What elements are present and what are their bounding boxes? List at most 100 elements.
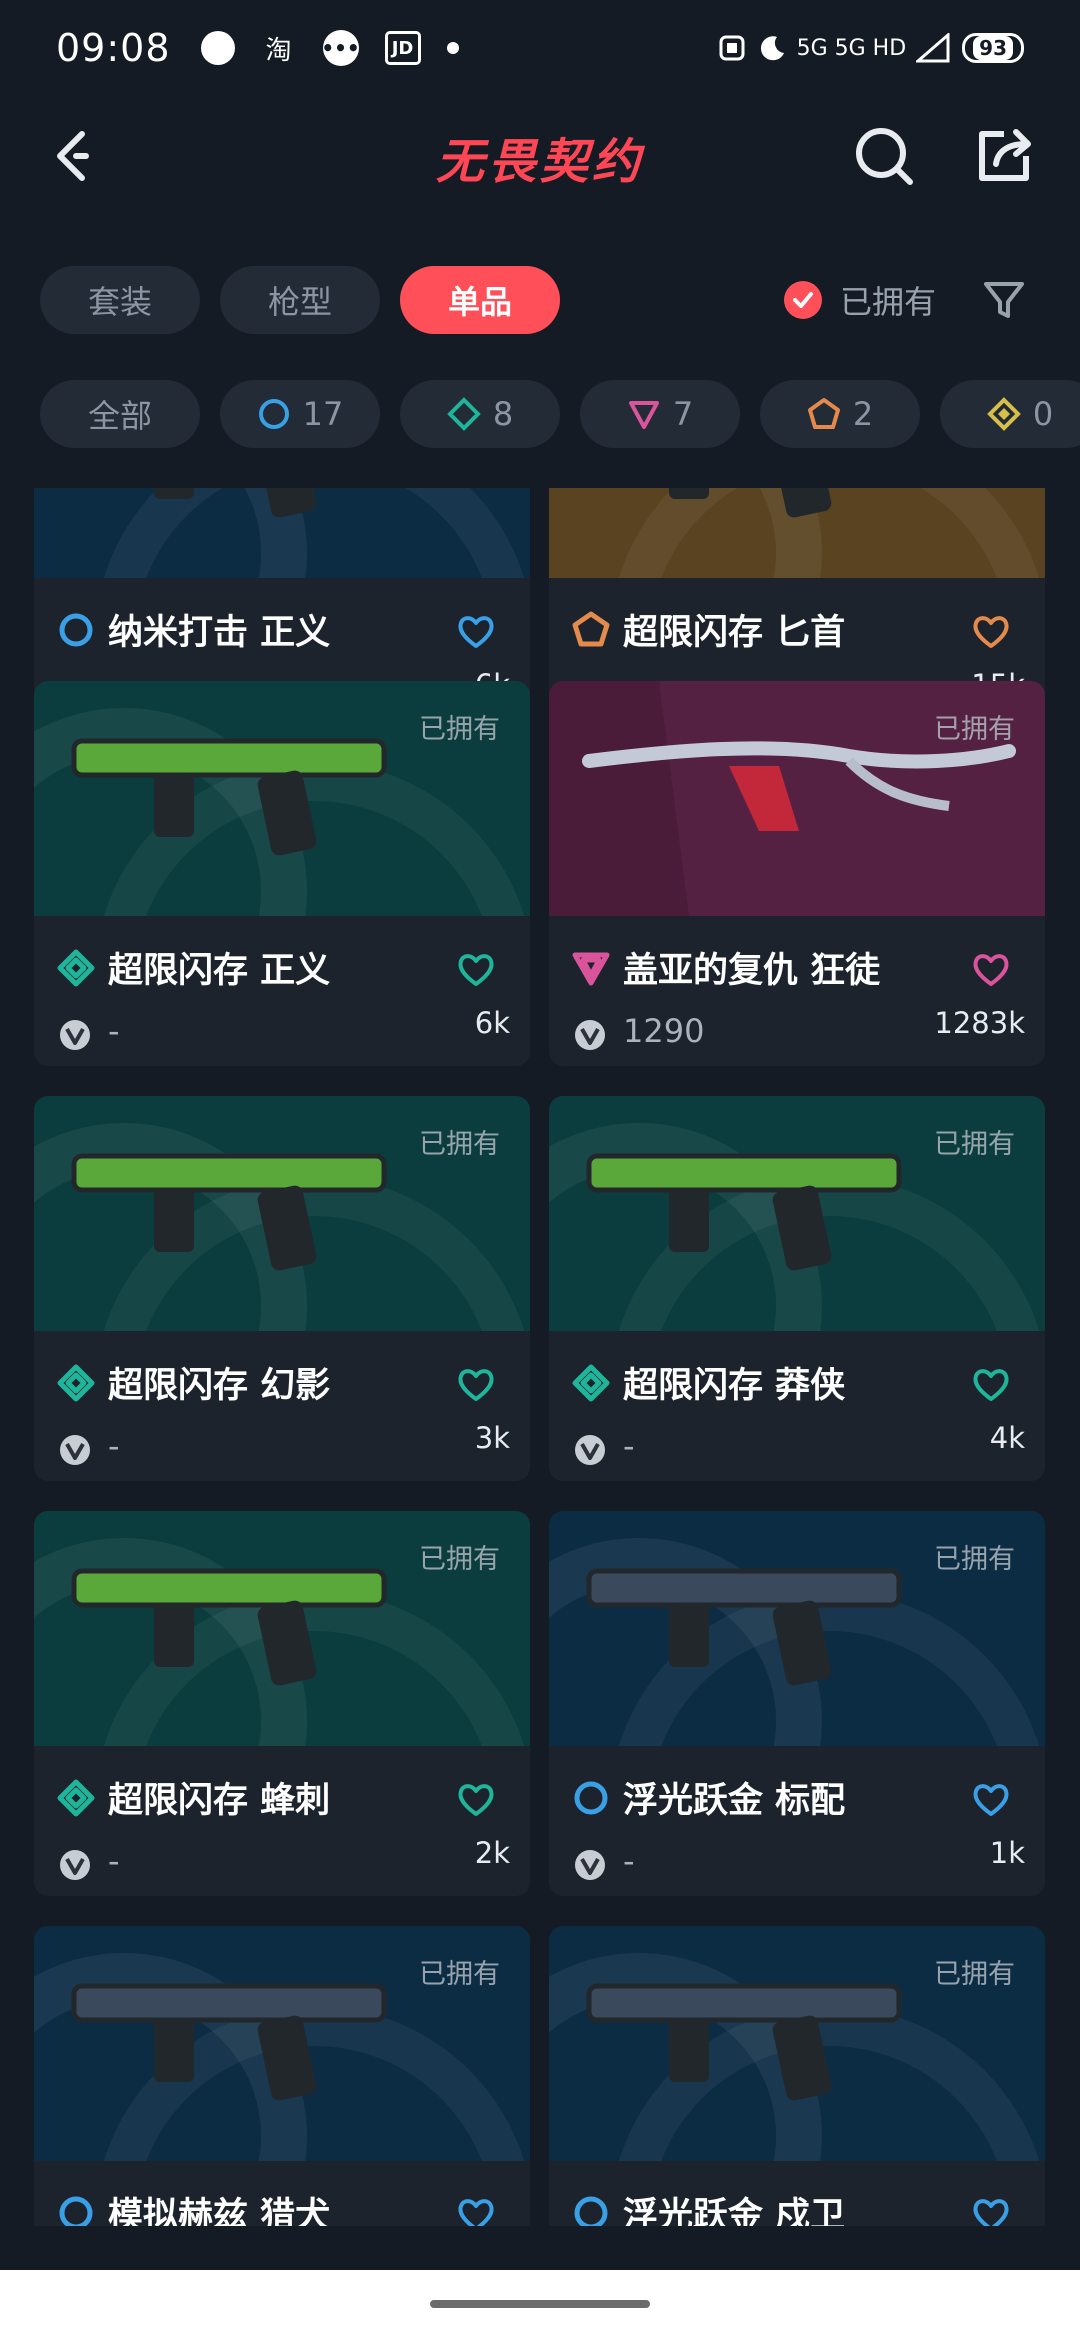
owned-badge: 已拥有	[419, 1544, 500, 1575]
skin-name: 浮光跃金 戍卫	[623, 2196, 846, 2226]
tab-single-item[interactable]: 单品	[400, 266, 560, 334]
valorant-points-icon	[573, 1848, 607, 1882]
skin-artwork: 已拥有	[549, 681, 1045, 916]
tier-filter-bar: 全部 17 8 7 2 0	[40, 380, 1080, 448]
skin-card[interactable]: 已拥有模拟赫兹 猎犬	[34, 1926, 530, 2226]
skin-info: 超限闪存 蜂刺 - 2k	[34, 1746, 530, 1896]
skin-name: 模拟赫兹 猎犬	[108, 2196, 331, 2226]
tier-ultra-icon	[572, 952, 610, 986]
skin-card[interactable]: 已拥有超限闪存 幻影 - 3k	[34, 1096, 530, 1481]
tier-filter-all[interactable]: 全部	[40, 380, 200, 448]
skin-info: 浮光跃金 戍卫	[549, 2161, 1045, 2226]
heart-icon[interactable]	[971, 1365, 1011, 1405]
heart-icon[interactable]	[456, 612, 496, 652]
tier-select-icon	[59, 613, 93, 647]
owned-badge: 已拥有	[419, 1129, 500, 1160]
search-icon[interactable]	[848, 120, 920, 192]
like-count: 6k	[474, 1006, 510, 1040]
skin-artwork: 已拥有	[549, 1096, 1045, 1331]
tier-select-icon	[574, 1781, 608, 1815]
vibrate-icon	[719, 35, 745, 61]
tier-filter-exclusive[interactable]: 2	[760, 380, 920, 448]
message-icon: •••	[321, 30, 360, 66]
tier-select-icon	[574, 2196, 608, 2226]
valorant-points-icon	[58, 1433, 92, 1467]
tier-select-icon	[258, 399, 289, 429]
share-icon[interactable]	[968, 120, 1040, 192]
skin-name: 超限闪存 正义	[108, 951, 331, 991]
skin-card[interactable]: 已拥有 浮光跃金 戍卫	[549, 1926, 1045, 2226]
battery-indicator: 93	[962, 33, 1024, 63]
tier-deluxe-icon	[57, 1364, 95, 1402]
skin-artwork: 已拥有	[34, 1511, 530, 1746]
tier-deluxe-icon	[446, 397, 481, 431]
tier-filter-ultra[interactable]: 7	[580, 380, 740, 448]
tier-filter-select[interactable]: 17	[220, 380, 380, 448]
skin-artwork: 已拥有	[34, 1926, 530, 2161]
heart-icon[interactable]	[456, 2195, 496, 2226]
top-navigation-bar: 无畏契约	[0, 96, 1080, 216]
taobao-icon: 淘	[265, 35, 292, 66]
like-count: 2k	[474, 1836, 510, 1870]
skin-name: 超限闪存 莽侠	[623, 1366, 846, 1406]
skin-card[interactable]: 已拥有 超限闪存 正义 - 6k	[34, 681, 530, 1066]
dot-icon	[446, 42, 459, 54]
owned-filter-toggle[interactable]: 已拥有	[784, 272, 936, 328]
owned-badge: 已拥有	[934, 714, 1015, 745]
moon-icon	[760, 36, 784, 61]
heart-icon[interactable]	[971, 612, 1011, 652]
signal-icon	[916, 33, 950, 63]
status-right: 5G 5G HD 93	[717, 33, 1024, 63]
status-app-icons: 淘 ••• JD	[200, 30, 459, 66]
tier-ultra-icon	[628, 401, 659, 429]
owned-filter-label: 已拥有	[840, 283, 937, 321]
tier-filter-label: 全部	[87, 397, 152, 435]
home-indicator[interactable]	[430, 2300, 650, 2308]
skin-info: 模拟赫兹 猎犬	[34, 2161, 530, 2226]
skin-price: -	[623, 1842, 635, 1880]
skin-card[interactable]: 已拥有盖亚的复仇 狂徒 1290 1283k	[549, 681, 1045, 1066]
valorant-points-icon	[58, 1018, 92, 1052]
like-count: 1k	[989, 1836, 1025, 1870]
skin-artwork	[34, 488, 530, 578]
tier-filter-deluxe[interactable]: 8	[400, 380, 560, 448]
skin-card[interactable]: 已拥有 超限闪存 蜂刺 - 2k	[34, 1511, 530, 1896]
tier-filter-count: 17	[302, 395, 344, 433]
tier-deluxe-icon	[57, 949, 95, 987]
heart-icon[interactable]	[971, 1780, 1011, 1820]
skin-card[interactable]: 已拥有 浮光跃金 标配 - 1k	[549, 1511, 1045, 1896]
valorant-points-icon	[573, 1433, 607, 1467]
heart-icon[interactable]	[971, 2195, 1011, 2226]
skin-price: -	[108, 1842, 120, 1880]
skin-info: 盖亚的复仇 狂徒 1290 1283k	[549, 916, 1045, 1066]
skin-artwork: 已拥有	[549, 1511, 1045, 1746]
jd-icon: JD	[384, 31, 421, 65]
skin-card[interactable]: 已拥有超限闪存 莽侠 - 4k	[549, 1096, 1045, 1481]
skin-info: 超限闪存 莽侠 - 4k	[549, 1331, 1045, 1481]
skin-artwork: 已拥有	[34, 681, 530, 916]
tab-set[interactable]: 套装	[40, 266, 200, 334]
skin-info: 超限闪存 幻影 - 3k	[34, 1331, 530, 1481]
skin-name: 盖亚的复仇 狂徒	[623, 951, 881, 991]
checkmark-icon	[784, 281, 822, 319]
heart-icon[interactable]	[456, 1365, 496, 1405]
heart-icon[interactable]	[971, 950, 1011, 990]
tier-filter-premium[interactable]: 0	[940, 380, 1080, 448]
tab-gun-type[interactable]: 枪型	[220, 266, 380, 334]
filter-funnel-icon[interactable]	[980, 276, 1028, 324]
tier-filter-count: 7	[672, 395, 694, 433]
heart-icon[interactable]	[456, 950, 496, 990]
skin-name: 超限闪存 匕首	[623, 613, 846, 653]
valorant-points-icon	[58, 1848, 92, 1882]
heart-icon[interactable]	[456, 1780, 496, 1820]
owned-badge: 已拥有	[934, 1129, 1015, 1160]
status-bar: 09:08 淘 ••• JD 5G 5G HD 93	[0, 0, 1080, 96]
wechat-icon	[200, 31, 235, 65]
skin-price: -	[108, 1427, 120, 1465]
skin-price: -	[623, 1427, 635, 1465]
tier-exclusive-icon	[807, 398, 840, 429]
like-count: 4k	[989, 1421, 1025, 1455]
like-count: 1283k	[934, 1006, 1025, 1040]
tier-filter-count: 2	[852, 395, 874, 433]
status-time: 09:08	[56, 26, 171, 70]
